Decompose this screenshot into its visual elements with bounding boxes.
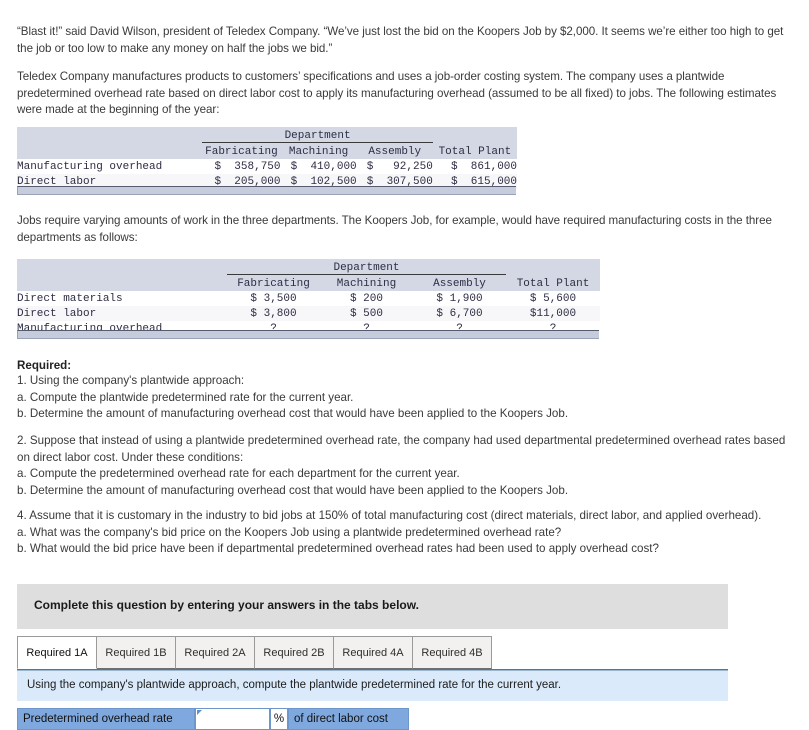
- table1-col-assembly: Assembly: [356, 142, 433, 159]
- required-group-1: 1. Using the company's plantwide approac…: [17, 373, 792, 423]
- table2-row1-assembly: $ 6,700: [413, 306, 506, 321]
- table-group-header-row: Department: [17, 259, 600, 275]
- table-row: Direct labor $ 3,800 $ 500 $ 6,700 $11,0…: [17, 306, 600, 321]
- table2-group-header: Department: [227, 259, 506, 275]
- table-column-header-row: Fabricating Machining Assembly Total Pla…: [17, 142, 517, 159]
- table1-col-fabricating: Fabricating: [202, 142, 281, 159]
- table1-row0-assembly: $ 92,250: [356, 159, 433, 174]
- estimates-table: Department Fabricating Machining Assembl…: [17, 127, 517, 189]
- requirement-tabs: Required 1A Required 1B Required 2A Requ…: [17, 636, 728, 670]
- quote-paragraph: “Blast it!” said David Wilson, president…: [17, 25, 784, 55]
- table1-row0-label: Manufacturing overhead: [17, 159, 203, 174]
- table1-row0-fabricating: $ 358,750: [202, 159, 281, 174]
- table1-group-header: Department: [202, 127, 433, 143]
- table1-row0-machining: $ 410,000: [280, 159, 357, 174]
- table-group-header-row: Department: [17, 127, 517, 143]
- table2-row1-label: Direct labor: [17, 306, 227, 321]
- table2-row1-machining: $ 500: [320, 306, 413, 321]
- complete-question-message: Complete this question by entering your …: [34, 598, 419, 612]
- tab-required-1a[interactable]: Required 1A: [17, 636, 97, 669]
- cell-marker-icon: [197, 710, 202, 715]
- table2-row1-fabricating: $ 3,800: [227, 306, 320, 321]
- table1-col-machining: Machining: [280, 142, 357, 159]
- percent-symbol: %: [270, 708, 288, 730]
- required-2-line-0: 2. Suppose that instead of using a plant…: [17, 434, 786, 464]
- tab-required-2a[interactable]: Required 2A: [175, 636, 255, 669]
- tab-instruction-text: Using the company's plantwide approach, …: [27, 679, 562, 691]
- required-1-line-a: a. Compute the plantwide predetermined r…: [17, 390, 354, 404]
- complete-question-banner: Complete this question by entering your …: [17, 584, 728, 629]
- table2-row0-fabricating: $ 3,500: [227, 291, 320, 306]
- koopers-job-table: Department Fabricating Machining Assembl…: [17, 259, 600, 336]
- table2-col-total-plant: Total Plant: [506, 274, 600, 291]
- estimates-table-footer: [17, 186, 516, 195]
- table-row: Direct materials $ 3,500 $ 200 $ 1,900 $…: [17, 291, 600, 306]
- required-group-4: 4. Assume that it is customary in the in…: [17, 508, 792, 558]
- table2-row0-assembly: $ 1,900: [413, 291, 506, 306]
- answer-row-suffix: of direct labor cost: [288, 708, 409, 730]
- table1-row0-total: $ 861,000: [432, 159, 517, 174]
- table2-row1-total: $11,000: [506, 306, 600, 321]
- table-row: Manufacturing overhead $ 358,750 $ 410,0…: [17, 159, 517, 174]
- table2-col-machining: Machining: [320, 274, 413, 291]
- tab-required-4a[interactable]: Required 4A: [333, 636, 413, 669]
- table2-col-assembly: Assembly: [413, 274, 506, 291]
- required-4-line-0: 4. Assume that it is customary in the in…: [17, 509, 762, 522]
- required-group-2: 2. Suppose that instead of using a plant…: [17, 433, 792, 499]
- required-1-line-b: b. Determine the amount of manufacturing…: [17, 407, 569, 420]
- tab-required-2b[interactable]: Required 2B: [254, 636, 334, 669]
- required-2-line-b: b. Determine the amount of manufacturing…: [17, 483, 569, 497]
- intro-paragraph: Teledex Company manufactures products to…: [17, 70, 777, 116]
- tab-required-1b[interactable]: Required 1B: [96, 636, 176, 669]
- predetermined-overhead-rate-label: Predetermined overhead rate: [17, 708, 195, 730]
- table2-row0-machining: $ 200: [320, 291, 413, 306]
- table2-col-fabricating: Fabricating: [227, 274, 320, 291]
- tab-required-4b[interactable]: Required 4B: [412, 636, 492, 669]
- table-column-header-row: Fabricating Machining Assembly Total Pla…: [17, 274, 600, 291]
- tab-instruction-bar: Using the company's plantwide approach, …: [17, 670, 728, 701]
- jobs-paragraph: Jobs require varying amounts of work in …: [17, 214, 772, 244]
- predetermined-overhead-rate-input[interactable]: [195, 708, 270, 730]
- question-page: “Blast it!” said David Wilson, president…: [0, 0, 809, 730]
- required-2-line-a: a. Compute the predetermined overhead ra…: [17, 467, 460, 480]
- required-4-line-b: b. What would the bid price have been if…: [17, 542, 659, 555]
- table2-row0-total: $ 5,600: [506, 291, 600, 306]
- koopers-job-table-footer: [17, 330, 599, 339]
- required-1-line-0: 1. Using the company's plantwide approac…: [17, 374, 245, 387]
- answer-entry-row: Predetermined overhead rate % of direct …: [17, 708, 409, 730]
- required-4-line-a: a. What was the company's bid price on t…: [17, 525, 562, 539]
- table2-row0-label: Direct materials: [17, 291, 227, 306]
- table1-col-total-plant: Total Plant: [432, 142, 517, 159]
